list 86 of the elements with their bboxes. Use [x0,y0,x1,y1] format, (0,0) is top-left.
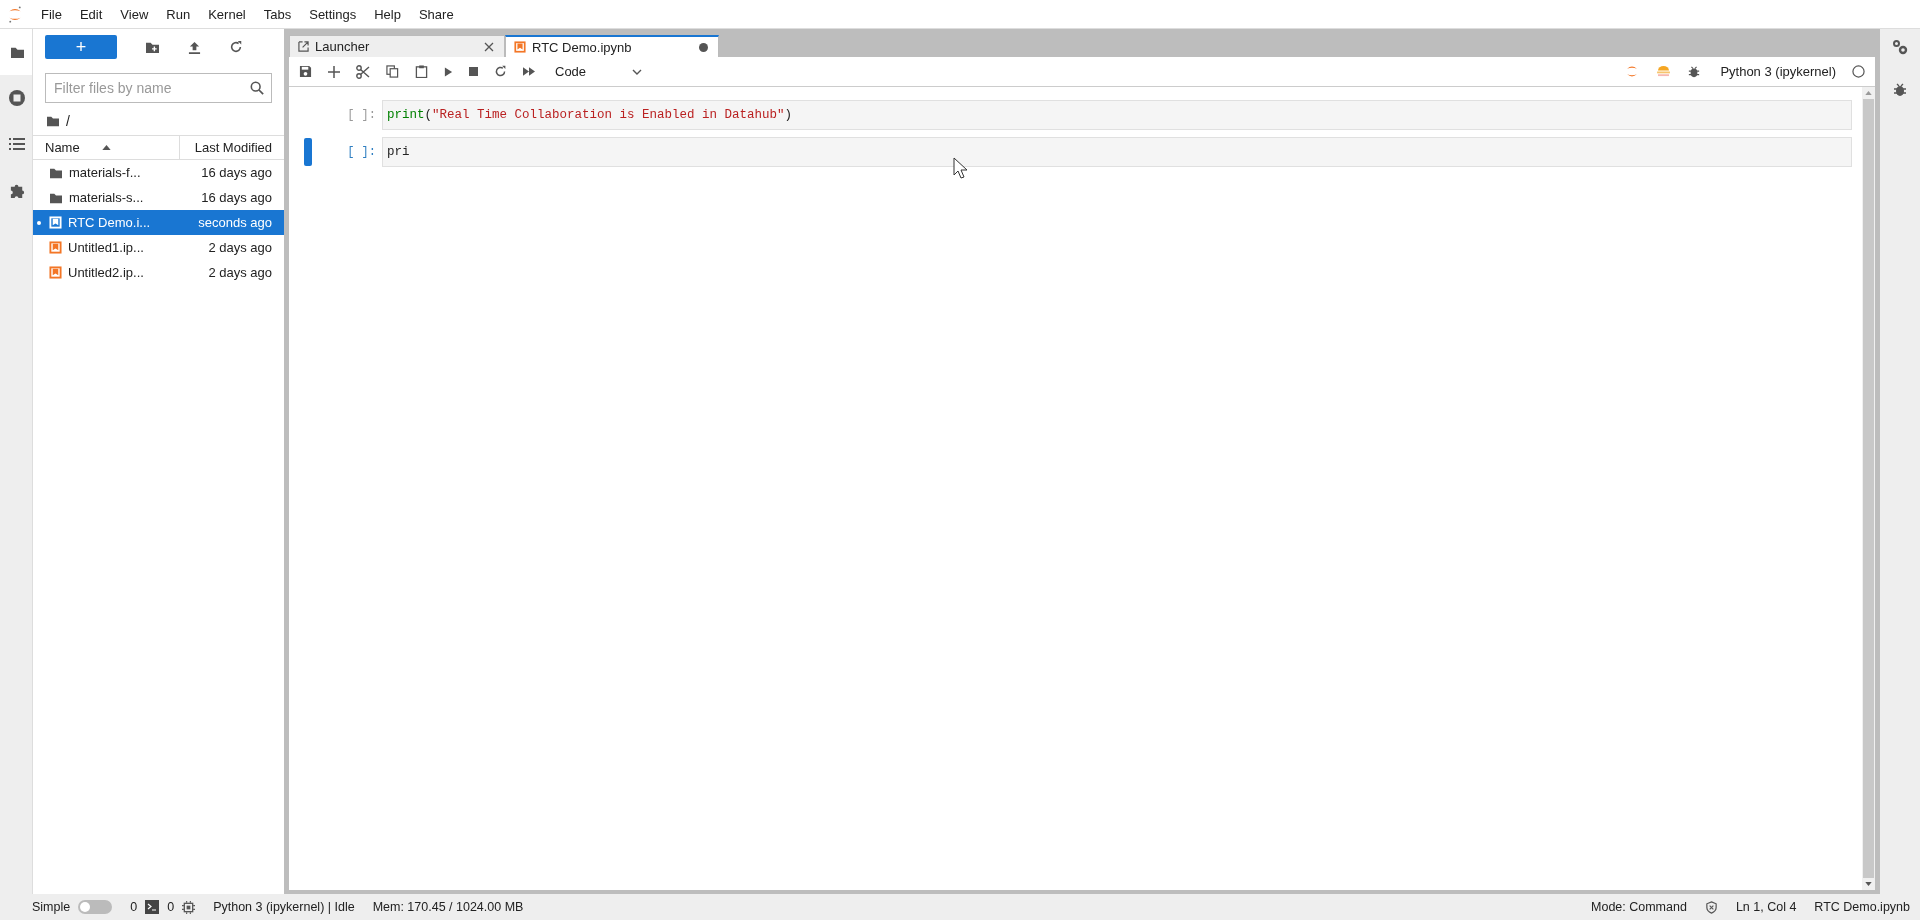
file-name: RTC Demo.i... [68,215,152,230]
document-tab[interactable]: RTC Demo.ipynb [505,35,719,57]
document-tab[interactable]: Launcher [289,35,505,57]
copy-icon[interactable] [386,65,399,78]
menu-item[interactable]: Share [418,6,454,22]
input-prompt: [ ]: [346,145,377,159]
new-folder-icon[interactable] [145,40,160,54]
cut-icon[interactable] [356,64,370,79]
running-dot-icon [37,220,41,225]
file-modified: 16 days ago [201,165,272,180]
breadcrumb-path[interactable]: / [66,113,70,129]
column-header[interactable]: Name [33,136,180,159]
kernel-name[interactable]: Python 3 (ipykernel) [1720,64,1836,79]
new-launcher-button[interactable]: + [45,35,117,59]
scroll-down-icon[interactable] [1865,882,1872,886]
fast-forward-icon[interactable] [523,67,535,76]
file-row[interactable]: Untitled1.ip... 2 days ago [33,235,284,260]
file-row[interactable]: RTC Demo.i... seconds ago [33,210,284,235]
notebook-icon [49,266,62,279]
shield-icon[interactable] [1704,900,1718,914]
add-icon[interactable] [328,65,340,78]
terminal-icon[interactable] [145,900,160,914]
bug-icon[interactable] [1893,83,1907,97]
bug-icon[interactable] [1688,65,1701,78]
menu-item[interactable]: Run [166,6,191,22]
kernel-count: 0 [167,900,175,914]
code-cell-editor[interactable]: print("Real Time Collaboration is Enabled in Datahub") [382,100,1852,130]
chip-icon[interactable] [182,900,196,914]
file-name: materials-f... [69,165,142,180]
menu-item[interactable]: Edit [79,6,103,22]
cursor-position[interactable]: Ln 1, Col 4 [1735,900,1797,914]
input-prompt: [ ]: [346,108,377,122]
notebook-mode[interactable]: Mode: Command [1591,900,1687,914]
list-icon [9,138,25,150]
unsaved-dot-icon [699,42,708,52]
column-header[interactable]: Last Modified [180,136,284,159]
filter-field[interactable]: Filter files by name [45,73,272,103]
menu-item[interactable]: File [41,6,62,22]
file-modified: seconds ago [198,215,272,230]
file-modified: 2 days ago [208,265,272,280]
kernel-status[interactable]: Python 3 (ipykernel) | Idle [213,900,355,914]
file-name: Untitled1.ip... [68,240,145,255]
scrollbar[interactable] [1862,87,1875,890]
active-cell-marker[interactable] [304,138,312,166]
simple-mode-switch[interactable] [78,900,113,914]
search-icon [250,81,264,95]
sidebar-tab[interactable] [0,29,32,75]
file-name: materials-s... [69,190,145,205]
cell-type-dropdown[interactable]: Code [555,64,643,79]
file-row[interactable]: materials-f... 16 days ago [33,160,284,185]
run-icon[interactable] [444,66,453,77]
file-row[interactable]: Untitled2.ip... 2 days ago [33,260,284,285]
notebook-icon [49,241,62,254]
stop-icon [8,89,26,107]
file-modified: 16 days ago [201,190,272,205]
code-cell-editor[interactable]: pri [382,137,1852,167]
menu-item[interactable]: Kernel [208,6,246,22]
sort-caret-icon [101,145,111,150]
refresh-icon[interactable] [229,40,243,54]
menu-item[interactable]: View [120,6,149,22]
paste-icon[interactable] [415,65,428,78]
menu-item[interactable]: Settings [309,6,357,22]
mouse-cursor-icon [953,157,967,179]
folder-icon [49,166,63,179]
notebook-icon [49,216,62,229]
file-modified: 2 days ago [208,240,272,255]
save-icon[interactable] [299,65,312,78]
notebook-icon [514,41,526,53]
folder-icon [9,45,25,59]
folder-icon [49,191,63,204]
logo-icon [7,4,23,24]
menu-item[interactable]: Help [374,6,401,22]
gears-icon[interactable] [1892,39,1908,55]
file-name: Untitled2.ip... [68,265,145,280]
simple-mode-label: Simple [32,900,71,914]
current-file: RTC Demo.ipynb [1814,900,1910,914]
restart-icon[interactable] [494,65,507,78]
close-icon[interactable] [484,41,494,52]
chevron-down-icon [632,68,643,75]
terminal-count: 0 [130,900,138,914]
folder-icon [46,115,60,127]
menu-item[interactable]: Tabs [263,6,292,22]
launch-icon [298,41,309,52]
file-row[interactable]: materials-s... 16 days ago [33,185,284,210]
memory-usage: Mem: 170.45 / 1024.00 MB [372,900,524,914]
upload-icon[interactable] [188,40,201,54]
